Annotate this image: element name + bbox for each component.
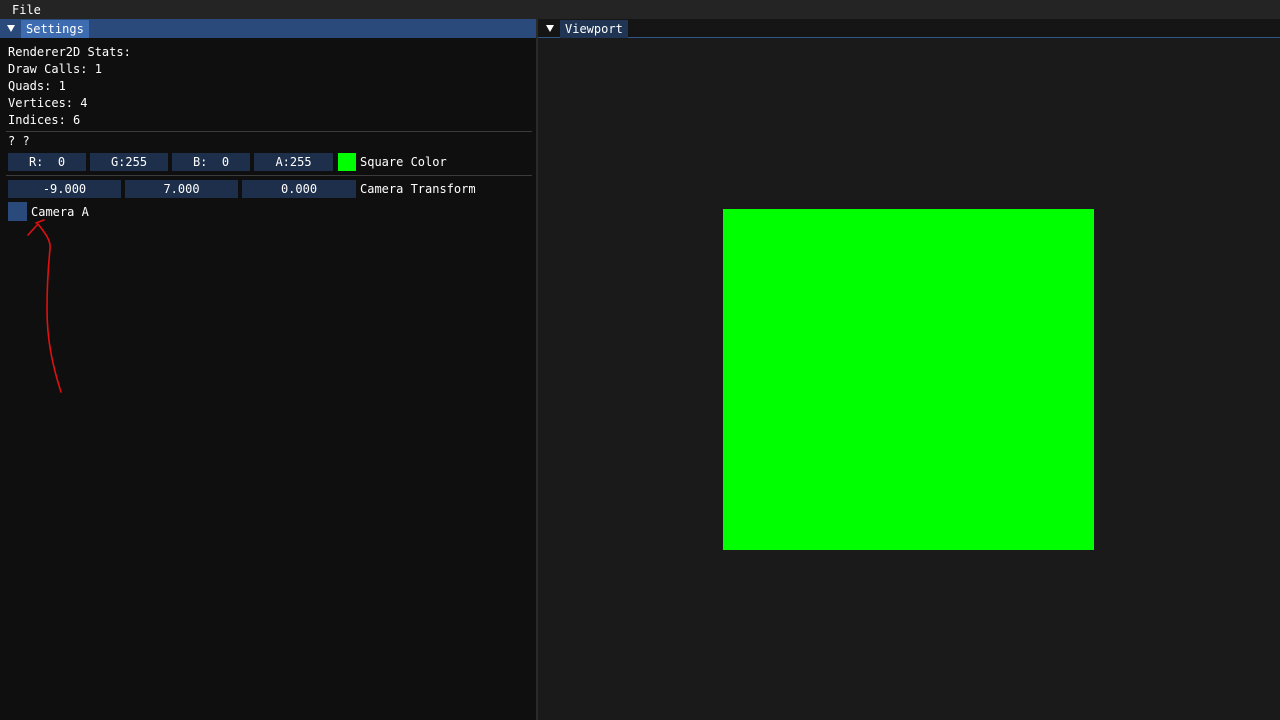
tab-viewport[interactable]: Viewport <box>560 20 628 38</box>
separator <box>6 175 532 176</box>
collapse-arrow-icon[interactable] <box>546 25 554 32</box>
camera-transform-x-field[interactable]: -9.000 <box>8 180 121 198</box>
camera-transform-label: Camera Transform <box>360 182 476 196</box>
settings-titlebar[interactable]: Settings <box>0 19 537 38</box>
annotation-arrow-icon <box>27 219 62 393</box>
tab-settings[interactable]: Settings <box>21 20 89 38</box>
menu-bar: File <box>0 0 1280 19</box>
stat-quads: Quads: 1 <box>8 79 66 93</box>
unknown-label: ? ? <box>8 134 30 148</box>
viewport-panel[interactable]: Viewport <box>538 19 1280 720</box>
stats-heading: Renderer2D Stats: <box>8 45 131 59</box>
stat-indices: Indices: 6 <box>8 113 81 127</box>
settings-panel: Settings Renderer2D Stats: Draw Calls: 1… <box>0 19 537 720</box>
color-g-field[interactable]: G:255 <box>90 153 168 171</box>
color-a-field[interactable]: A:255 <box>254 153 333 171</box>
camera-a-checkbox[interactable] <box>8 202 27 221</box>
viewport-titlebar[interactable]: Viewport <box>538 19 1280 38</box>
square-color-label: Square Color <box>360 155 447 169</box>
camera-a-label[interactable]: Camera A <box>31 203 89 221</box>
camera-transform-y-field[interactable]: 7.000 <box>125 180 238 198</box>
collapse-arrow-icon[interactable] <box>7 25 15 32</box>
color-swatch[interactable] <box>338 153 356 171</box>
camera-transform-z-field[interactable]: 0.000 <box>242 180 356 198</box>
color-b-field[interactable]: B: 0 <box>172 153 250 171</box>
stat-draw-calls: Draw Calls: 1 <box>8 62 102 76</box>
separator <box>6 131 532 132</box>
rendered-square <box>723 209 1094 550</box>
menu-file[interactable]: File <box>6 2 47 18</box>
color-r-field[interactable]: R: 0 <box>8 153 86 171</box>
stat-vertices: Vertices: 4 <box>8 96 88 110</box>
